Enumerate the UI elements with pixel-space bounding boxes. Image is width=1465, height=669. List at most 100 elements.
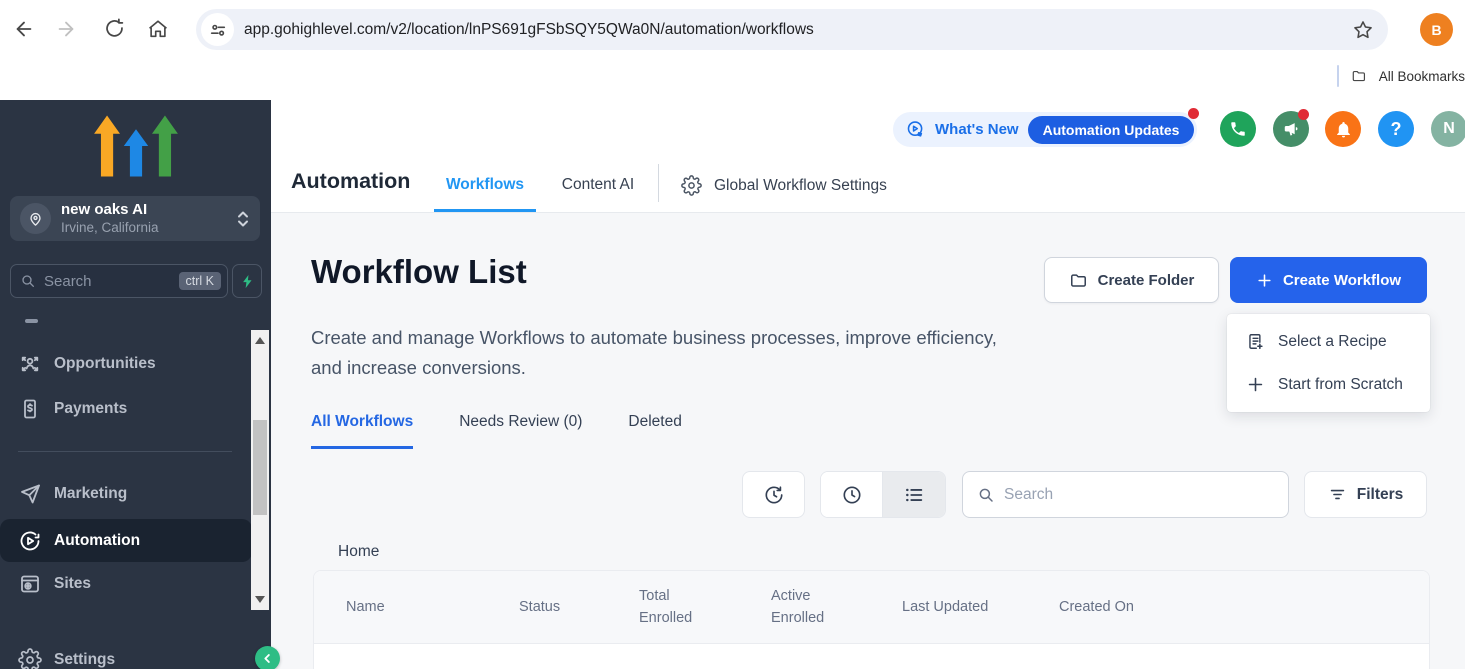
user-avatar-initial: N	[1443, 120, 1455, 138]
time-view-button[interactable]	[821, 472, 883, 517]
tab-workflows[interactable]: Workflows	[434, 176, 536, 212]
bookmarks-divider	[1337, 65, 1339, 87]
sidebar-item-marketing[interactable]: Marketing	[0, 474, 252, 514]
phone-icon	[1229, 120, 1247, 138]
page-section-title: Automation	[291, 169, 410, 194]
user-avatar[interactable]: N	[1431, 111, 1465, 147]
filters-label: Filters	[1357, 486, 1404, 504]
column-header-created-on: Created On	[1059, 596, 1429, 618]
scrollbar-up-arrow[interactable]	[255, 337, 265, 344]
tab-needs-review[interactable]: Needs Review (0)	[459, 413, 582, 449]
sidebar-item-automation[interactable]: Automation	[0, 519, 252, 562]
bookmarks-folder-icon	[1351, 67, 1367, 85]
tab-deleted[interactable]: Deleted	[628, 413, 681, 449]
back-icon[interactable]	[6, 11, 42, 47]
location-city: Irvine, California	[61, 219, 236, 236]
create-workflow-button[interactable]: Create Workflow	[1230, 257, 1427, 303]
bookmark-star-icon[interactable]	[1352, 19, 1374, 41]
search-icon	[20, 273, 36, 289]
history-button[interactable]	[742, 471, 805, 518]
tab-content-ai[interactable]: Content AI	[557, 176, 639, 212]
create-folder-button[interactable]: Create Folder	[1044, 257, 1219, 303]
gear-icon	[681, 175, 702, 196]
breadcrumb-home[interactable]: Home	[338, 543, 379, 561]
home-icon[interactable]	[140, 11, 176, 47]
automation-updates-badge[interactable]: Automation Updates	[1028, 116, 1195, 144]
partial-scrolled-item	[25, 319, 38, 323]
main-content: Workflow List Create and manage Workflow…	[271, 213, 1465, 669]
site-settings-icon[interactable]	[201, 13, 234, 46]
menu-item-label: Select a Recipe	[1278, 333, 1387, 351]
whats-new-button[interactable]: What's New Automation Updates	[893, 112, 1197, 147]
url-text[interactable]: app.gohighlevel.com/v2/location/lnPS691g…	[244, 21, 1344, 39]
announcements-button[interactable]	[1273, 111, 1309, 147]
plus-icon	[1256, 272, 1273, 289]
url-bar[interactable]: app.gohighlevel.com/v2/location/lnPS691g…	[196, 9, 1388, 50]
menu-item-label: Start from Scratch	[1278, 376, 1403, 394]
marketing-icon	[18, 482, 42, 506]
whats-new-notification-dot	[1188, 108, 1199, 119]
bell-icon	[1334, 120, 1353, 139]
sidebar-item-settings[interactable]: Settings	[0, 640, 252, 669]
sidebar-search[interactable]: ctrl K	[10, 264, 228, 298]
forward-icon	[48, 11, 84, 47]
help-button[interactable]: ?	[1378, 111, 1414, 147]
notifications-button[interactable]	[1325, 111, 1361, 147]
location-switcher[interactable]: new oaks AI Irvine, California	[10, 196, 260, 241]
workflow-table: Name Status Total Enrolled Active Enroll…	[313, 570, 1430, 669]
menu-item-start-from-scratch[interactable]: Start from Scratch	[1227, 363, 1430, 406]
highlevel-logo	[87, 114, 185, 178]
global-workflow-settings-link[interactable]: Global Workflow Settings	[681, 175, 887, 196]
filter-lines-icon	[1328, 485, 1347, 504]
list-view-button[interactable]	[883, 472, 945, 517]
reload-icon[interactable]	[96, 11, 132, 47]
column-header-total-enrolled: Total Enrolled	[639, 585, 771, 629]
column-header-active-enrolled: Active Enrolled	[771, 585, 902, 629]
sidebar-search-input[interactable]	[44, 273, 179, 290]
clock-icon	[841, 484, 863, 506]
sidebar-collapse-button[interactable]	[255, 646, 280, 669]
menu-item-select-recipe[interactable]: Select a Recipe	[1227, 320, 1430, 363]
create-workflow-label: Create Workflow	[1283, 272, 1401, 289]
page-title: Workflow List	[311, 253, 527, 291]
browser-profile-avatar[interactable]: B	[1420, 13, 1453, 46]
opportunities-icon	[18, 352, 42, 376]
bookmarks-label: All Bookmarks	[1379, 69, 1465, 84]
settings-gear-icon	[18, 648, 42, 669]
recipe-icon	[1246, 332, 1265, 351]
page-description: Create and manage Workflows to automate …	[311, 323, 1011, 383]
megaphone-icon	[1282, 120, 1301, 139]
create-folder-label: Create Folder	[1098, 272, 1195, 289]
quick-actions-button[interactable]	[232, 264, 262, 298]
lightning-bolt-icon	[240, 273, 255, 290]
sidebar-item-label: Sites	[54, 575, 91, 593]
plus-icon	[1246, 375, 1265, 394]
sidebar-item-label: Marketing	[54, 485, 127, 503]
sidebar-scrollbar[interactable]	[251, 330, 269, 610]
chevron-left-icon	[261, 652, 274, 665]
sidebar-item-sites[interactable]: Sites	[0, 564, 252, 604]
whats-new-icon	[905, 119, 926, 140]
workflow-search-input[interactable]	[1004, 486, 1274, 504]
chevron-up-down-icon	[236, 209, 250, 229]
scrollbar-thumb[interactable]	[253, 420, 267, 515]
header-divider	[658, 164, 659, 202]
sidebar-item-label: Automation	[54, 532, 140, 550]
location-name: new oaks AI	[61, 201, 236, 219]
tab-all-workflows[interactable]: All Workflows	[311, 413, 413, 449]
folder-icon	[1069, 271, 1088, 290]
workflow-search[interactable]	[962, 471, 1289, 518]
all-bookmarks-button[interactable]: All Bookmarks	[1337, 63, 1465, 89]
sites-icon	[18, 572, 42, 596]
create-workflow-dropdown: Select a Recipe Start from Scratch	[1227, 314, 1430, 412]
phone-button[interactable]	[1220, 111, 1256, 147]
browser-toolbar: app.gohighlevel.com/v2/location/lnPS691g…	[0, 0, 1465, 57]
history-clock-icon	[763, 484, 785, 506]
scrollbar-down-arrow[interactable]	[255, 596, 265, 603]
filters-button[interactable]: Filters	[1304, 471, 1427, 518]
sidebar-item-opportunities[interactable]: Opportunities	[0, 344, 252, 384]
announcements-notification-dot	[1298, 109, 1309, 120]
question-mark-icon: ?	[1391, 119, 1402, 140]
whats-new-label: What's New	[935, 121, 1019, 138]
sidebar-item-payments[interactable]: Payments	[0, 389, 252, 429]
